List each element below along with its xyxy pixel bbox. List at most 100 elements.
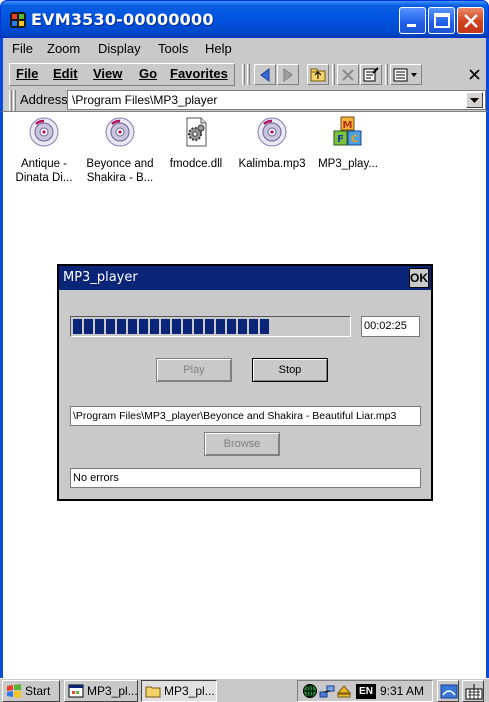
forward-icon xyxy=(283,68,293,82)
up-folder-button[interactable] xyxy=(307,64,329,85)
play-button[interactable]: Play xyxy=(156,358,232,382)
progress-segment xyxy=(172,319,181,334)
desktop-button[interactable] xyxy=(437,680,459,702)
taskbar-clock[interactable]: 9:31 AM xyxy=(380,684,424,698)
keyboard-icon xyxy=(465,684,483,700)
language-indicator[interactable]: EN xyxy=(356,684,376,699)
progress-segment xyxy=(183,319,192,334)
progress-fill xyxy=(73,319,348,334)
toolbar-menu-band: File Edit View Go Favorites xyxy=(9,63,235,86)
svg-text:M: M xyxy=(343,120,353,131)
delete-button[interactable] xyxy=(337,64,359,85)
address-grip[interactable] xyxy=(9,90,12,111)
forward-button[interactable] xyxy=(277,64,299,85)
window-title: EVM3530-00000000 xyxy=(31,10,214,29)
progress-segment xyxy=(205,319,214,334)
file-label: Beyonce and Shakira - B... xyxy=(86,158,154,184)
menu-help[interactable]: Help xyxy=(205,41,232,56)
chevron-down-icon xyxy=(470,98,479,103)
properties-button[interactable] xyxy=(360,64,382,85)
progress-segment xyxy=(161,319,170,334)
start-label: Start xyxy=(25,684,51,698)
back-icon xyxy=(260,68,270,82)
progress-segment xyxy=(106,319,115,334)
music-cd-icon xyxy=(105,117,135,147)
file-path-field[interactable]: \Program Files\MP3_player\Beyonce and Sh… xyxy=(70,406,421,426)
file-label: MP3_play... xyxy=(318,158,378,170)
toolbar-menu-go[interactable]: Go xyxy=(139,66,157,81)
eject-icon[interactable] xyxy=(336,683,352,699)
views-button[interactable] xyxy=(390,64,422,85)
dll-gear-icon xyxy=(186,117,207,147)
progress-segment xyxy=(128,319,137,334)
file-label: Kalimba.mp3 xyxy=(238,158,306,170)
properties-icon xyxy=(363,67,379,82)
back-button[interactable] xyxy=(254,64,276,85)
playback-progress-bar[interactable] xyxy=(70,316,351,337)
toolbar-grip[interactable] xyxy=(242,64,245,85)
toolbar-menu-edit[interactable]: Edit xyxy=(53,66,78,81)
keyboard-button[interactable] xyxy=(462,680,484,702)
network-icon[interactable] xyxy=(302,683,318,699)
maximize-button[interactable] xyxy=(428,7,455,34)
close-icon xyxy=(469,69,480,80)
connectivity-icon[interactable] xyxy=(319,683,335,699)
mfc-blocks-icon: M F C xyxy=(333,116,362,146)
toolbar-menu-file[interactable]: File xyxy=(16,66,38,81)
start-button[interactable]: Start xyxy=(2,680,60,702)
close-button[interactable] xyxy=(457,7,484,34)
file-item[interactable]: Kalimba.mp3 xyxy=(234,116,310,171)
file-item[interactable]: M F C MP3_play... xyxy=(310,116,386,171)
taskbar-task-mp3-player-folder[interactable]: MP3_pl... xyxy=(141,680,217,702)
toolbar-menu-favorites[interactable]: Favorites xyxy=(170,66,228,81)
file-item[interactable]: Beyonce and Shakira - B... xyxy=(82,116,158,185)
progress-segment xyxy=(73,319,82,334)
file-item[interactable]: fmodce.dll xyxy=(158,116,234,171)
music-cd-icon xyxy=(257,117,287,147)
progress-segment xyxy=(238,319,247,334)
toolbar-menu-view[interactable]: View xyxy=(93,66,122,81)
up-folder-icon xyxy=(310,68,326,82)
menu-tools[interactable]: Tools xyxy=(158,41,188,56)
toolbar: File Edit View Go Favorites xyxy=(0,61,489,88)
svg-text:C: C xyxy=(351,134,358,145)
dialog-title: MP3_player xyxy=(63,270,138,285)
svg-text:F: F xyxy=(337,134,344,145)
progress-segment xyxy=(260,319,269,334)
stop-button[interactable]: Stop xyxy=(252,358,328,382)
address-dropdown-button[interactable] xyxy=(466,92,483,108)
desktop-icon xyxy=(440,684,458,699)
browse-button[interactable]: Browse xyxy=(204,432,280,456)
file-label: fmodce.dll xyxy=(169,158,223,170)
music-cd-icon xyxy=(29,117,59,147)
menu-zoom[interactable]: Zoom xyxy=(47,41,80,56)
views-icon xyxy=(393,68,417,82)
progress-segment xyxy=(139,319,148,334)
toolbar-grip[interactable] xyxy=(247,64,250,85)
file-label: Antique - Dinata Di... xyxy=(15,158,73,184)
progress-segment xyxy=(117,319,126,334)
progress-segment xyxy=(150,319,159,334)
dialog-ok-button[interactable]: OK xyxy=(409,268,429,288)
minimize-button[interactable] xyxy=(399,7,426,34)
menu-file[interactable]: File xyxy=(12,41,33,56)
maximize-icon xyxy=(434,13,450,28)
taskbar-task-mp3-player-app[interactable]: MP3_pl... xyxy=(64,680,138,702)
task-label: MP3_pl... xyxy=(164,684,215,698)
close-icon xyxy=(464,14,478,28)
address-grip[interactable] xyxy=(13,90,16,111)
address-field[interactable]: \Program Files\MP3_player xyxy=(67,90,486,110)
menu-display[interactable]: Display xyxy=(98,41,141,56)
task-label: MP3_pl... xyxy=(87,684,138,698)
progress-segment xyxy=(95,319,104,334)
progress-segment xyxy=(227,319,236,334)
app-window-icon xyxy=(68,684,84,698)
menu-bar: File Zoom Display Tools Help xyxy=(0,38,489,61)
toolbar-separator xyxy=(385,64,388,85)
title-bar[interactable]: EVM3530-00000000 xyxy=(0,0,489,38)
windows-device-icon[interactable] xyxy=(9,11,27,29)
file-item[interactable]: Antique - Dinata Di... xyxy=(6,116,82,185)
dialog-title-bar[interactable]: MP3_player OK xyxy=(59,266,431,290)
toolbar-separator xyxy=(332,64,335,85)
toolbar-close-button[interactable] xyxy=(464,64,486,85)
